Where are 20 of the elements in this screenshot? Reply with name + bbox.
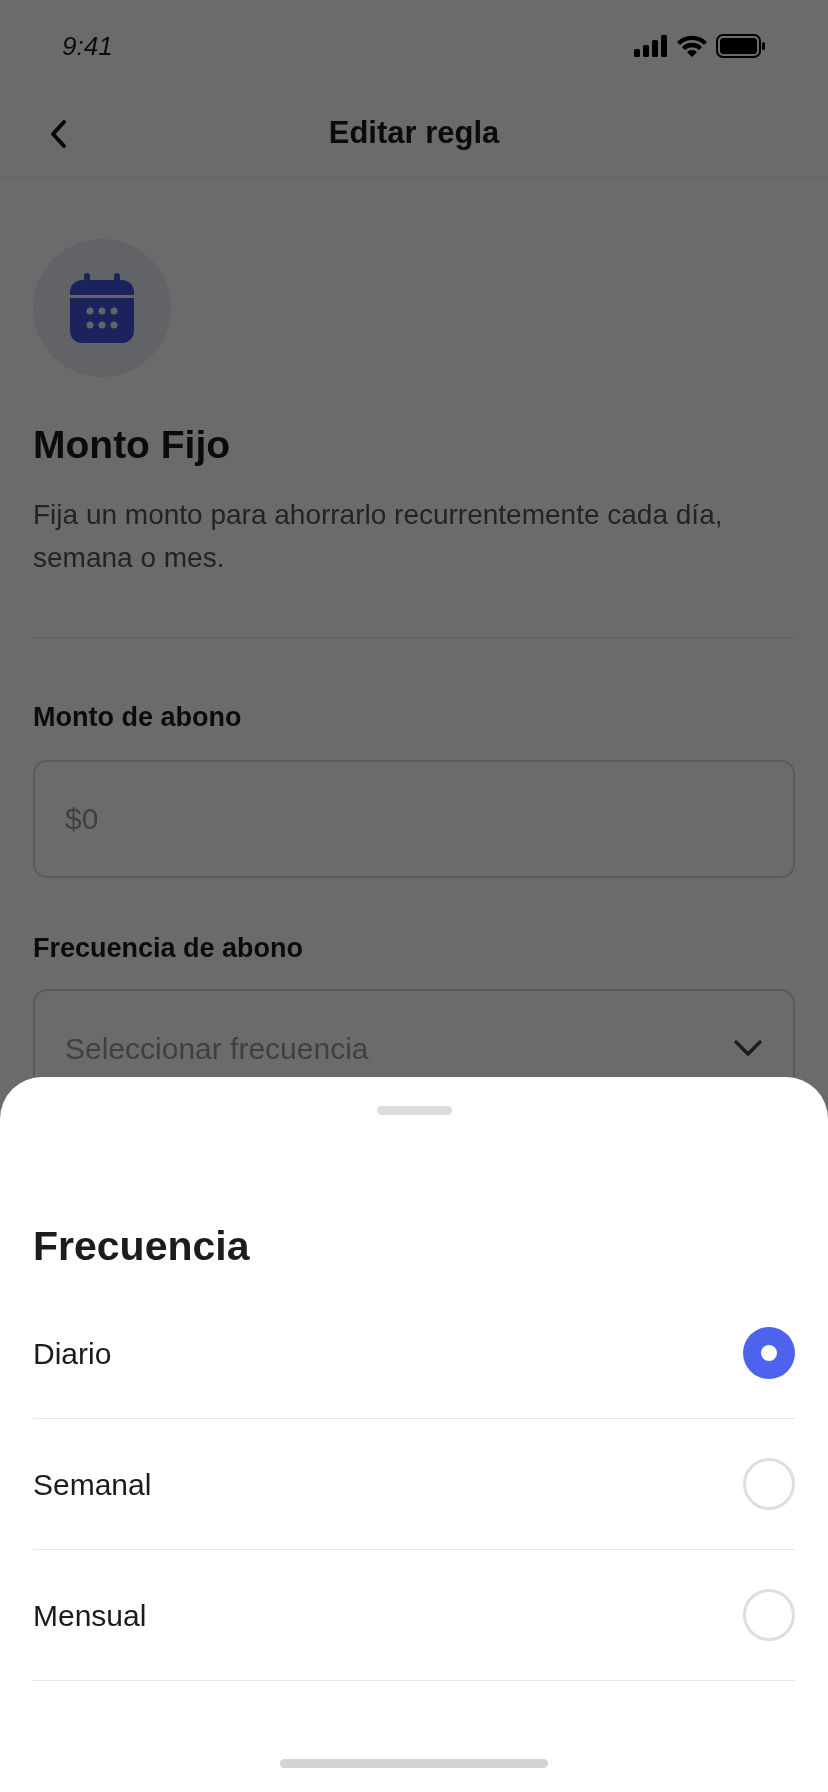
rule-title: Monto Fijo xyxy=(33,422,232,468)
wifi-icon xyxy=(676,34,708,58)
battery-icon xyxy=(716,34,766,58)
field-label: Frecuencia de abono xyxy=(33,932,305,965)
radio-button[interactable] xyxy=(743,1327,795,1379)
signal-icon xyxy=(634,35,668,57)
frequency-option[interactable]: Semanal xyxy=(33,1419,795,1550)
radio-button[interactable] xyxy=(743,1458,795,1510)
chevron-down-icon xyxy=(733,1039,763,1057)
field-label: Monto de abono xyxy=(33,701,243,734)
radio-button[interactable] xyxy=(743,1589,795,1641)
frequency-option[interactable]: Mensual xyxy=(33,1550,795,1681)
sheet-title: Frecuencia xyxy=(32,1222,251,1270)
nav-title: Editar regla xyxy=(328,114,500,153)
calendar-icon xyxy=(70,273,134,343)
sheet-handle[interactable] xyxy=(376,1106,452,1115)
back-icon xyxy=(49,119,67,149)
frequency-option[interactable]: Diario xyxy=(33,1288,795,1419)
rule-description: Fija un monto para ahorrarlo recurrentemente cada día, semana o mes. xyxy=(33,498,724,575)
status-time: 9:41 xyxy=(62,29,113,63)
